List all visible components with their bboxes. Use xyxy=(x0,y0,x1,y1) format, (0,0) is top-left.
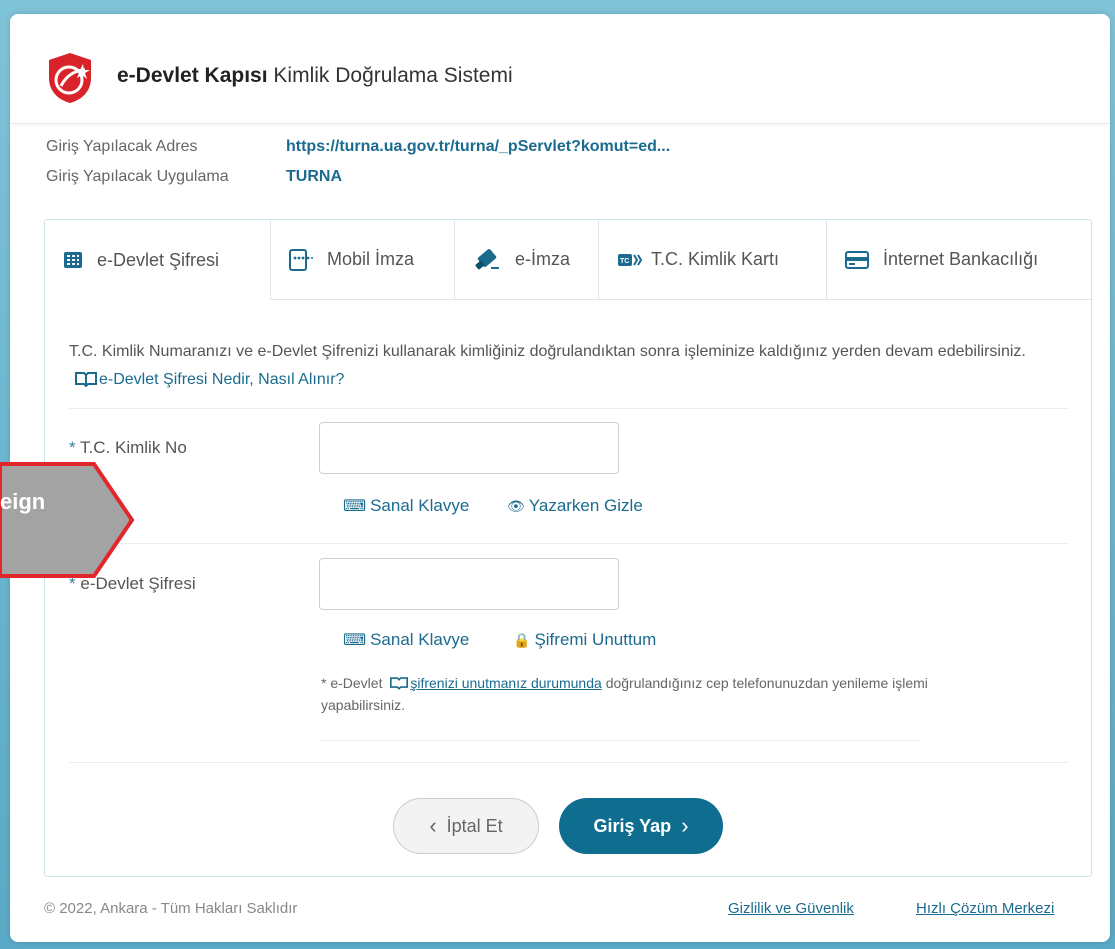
auth-tabs: e-Devlet Şifresi Mobil İmza e-İmza TC T.… xyxy=(45,220,1093,300)
keypad-icon xyxy=(64,252,82,268)
mobile-signature-icon xyxy=(289,248,313,271)
usb-token-icon xyxy=(475,248,499,269)
tab-label: Mobil İmza xyxy=(327,249,415,269)
chevron-right-icon: › xyxy=(681,813,689,838)
tc-id-label: * T.C. Kimlik No xyxy=(69,438,187,457)
application-value: TURNA xyxy=(286,168,342,185)
forgot-note-link[interactable]: şifrenizi unutmanız durumunda xyxy=(410,675,601,691)
login-panel: e-Devlet Kapısı Kimlik Doğrulama Sistemi… xyxy=(10,14,1110,942)
address-label: Giriş Yapılacak Adres xyxy=(46,138,198,155)
divider xyxy=(69,762,1069,763)
virtual-keyboard-link-1[interactable]: ⌨ Sanal Klavye xyxy=(343,496,469,516)
id-card-icon: TC xyxy=(618,253,643,266)
tab-label: İnternet Bankacılığı xyxy=(883,249,1039,269)
header: e-Devlet Kapısı Kimlik Doğrulama Sistemi xyxy=(10,14,1110,124)
divider xyxy=(321,740,921,741)
lock-icon: 🔒 xyxy=(513,631,531,648)
chevron-left-icon: ‹ xyxy=(429,813,437,838)
password-input[interactable] xyxy=(319,558,619,610)
book-icon xyxy=(390,677,409,690)
edevlet-logo-icon xyxy=(49,53,91,103)
book-icon xyxy=(75,372,97,388)
help-center-link[interactable]: Hızlı Çözüm Merkezi xyxy=(916,900,1054,917)
bank-card-icon xyxy=(845,250,869,269)
tab-label: T.C. Kimlik Kartı xyxy=(651,249,780,269)
address-value: https://turna.ua.gov.tr/turna/_pServlet?… xyxy=(286,138,671,155)
eye-slash-icon: 👁 xyxy=(507,497,525,514)
keyboard-icon: ⌨ xyxy=(343,632,367,649)
tab-mobile-signature[interactable]: Mobil İmza xyxy=(271,220,455,300)
tab-e-signature[interactable]: e-İmza xyxy=(455,220,599,300)
keyboard-icon: ⌨ xyxy=(343,498,367,515)
login-button[interactable]: Giriş Yap › xyxy=(559,798,723,854)
tc-id-input[interactable] xyxy=(319,422,619,474)
application-label: Giriş Yapılacak Uygulama xyxy=(46,168,229,185)
divider xyxy=(69,543,1069,544)
forgot-note: * e-Devlet şifrenizi unutmanız durumunda… xyxy=(321,675,928,713)
intro-text: T.C. Kimlik Numaranızı ve e-Devlet Şifre… xyxy=(69,343,1026,388)
privacy-link[interactable]: Gizlilik ve Güvenlik xyxy=(728,900,854,917)
edevlet-password-help-link[interactable]: e-Devlet Şifresi Nedir, Nasıl Alınır? xyxy=(69,371,344,388)
auth-box: e-Devlet Şifresi Mobil İmza e-İmza TC T.… xyxy=(44,219,1093,877)
overlay-arrow-badge xyxy=(0,462,135,578)
tab-label: e-İmza xyxy=(515,249,571,269)
tab-id-card[interactable]: TC T.C. Kimlik Kartı xyxy=(599,220,827,300)
copyright: © 2022, Ankara - Tüm Hakları Saklıdır xyxy=(44,900,298,917)
hide-while-typing-link[interactable]: 👁 Yazarken Gizle xyxy=(507,496,643,516)
tab-internet-banking[interactable]: İnternet Bankacılığı xyxy=(827,220,1093,300)
svg-text:TC: TC xyxy=(620,258,629,265)
cancel-button[interactable]: ‹ İptal Et xyxy=(393,798,539,854)
tab-edevlet-password[interactable]: e-Devlet Şifresi xyxy=(45,220,271,300)
overlay-text: eign xyxy=(0,489,46,514)
divider xyxy=(69,408,1069,409)
brand-title: e-Devlet Kapısı Kimlik Doğrulama Sistemi xyxy=(117,64,513,87)
forgot-password-link[interactable]: 🔒 Şifremi Unuttum xyxy=(513,630,656,650)
tab-label: e-Devlet Şifresi xyxy=(97,249,220,270)
virtual-keyboard-link-2[interactable]: ⌨ Sanal Klavye xyxy=(343,630,469,650)
